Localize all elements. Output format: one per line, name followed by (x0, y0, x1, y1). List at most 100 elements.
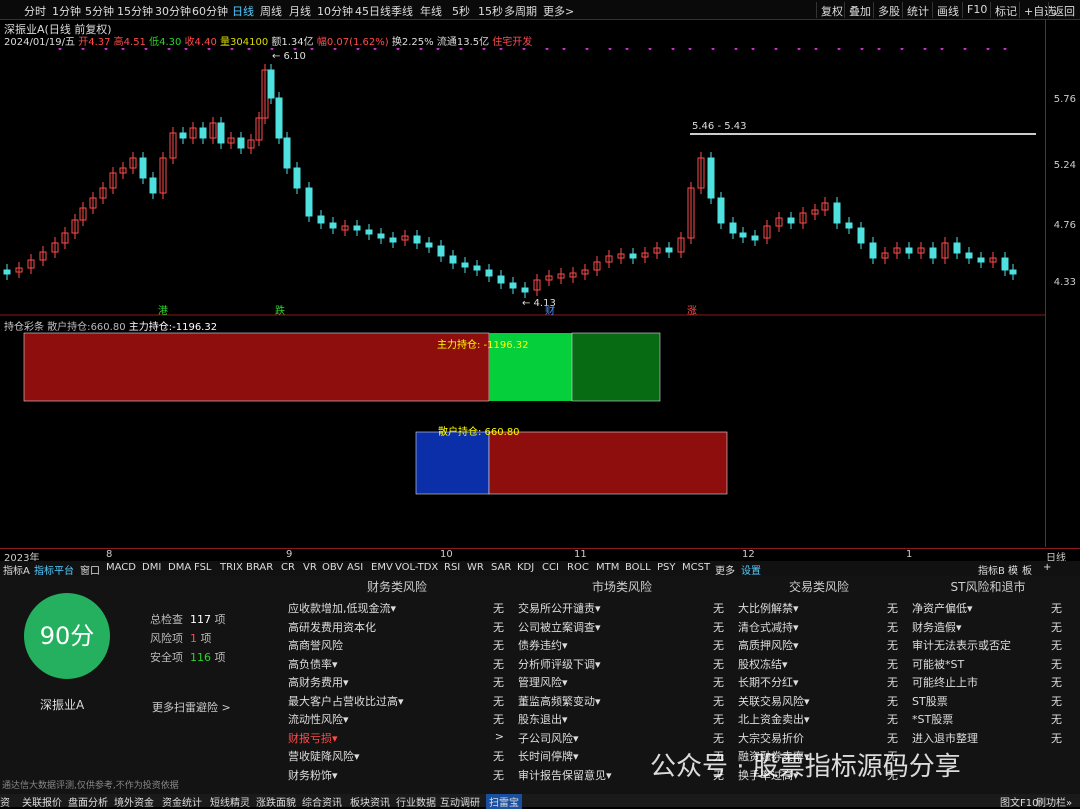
toolbar-btn-4[interactable]: 画线 (932, 2, 963, 18)
period-5[interactable]: 60分钟 (192, 3, 228, 19)
period-6[interactable]: 日线 (232, 3, 254, 19)
indicator-tab[interactable]: PSY (657, 562, 676, 573)
more-scan-link[interactable]: 更多扫雷避险 > (152, 699, 231, 715)
period-16[interactable]: 更多> (543, 3, 574, 19)
risk-column-title: 市场类风险 (591, 580, 652, 594)
main-bar-red (23, 332, 490, 402)
risk-row[interactable]: 进入退市整理无 (912, 730, 1062, 748)
risk-row[interactable]: 高财务费用▾ 无 (288, 674, 504, 692)
indicator-tab[interactable]: 窗口 (80, 562, 100, 577)
indicator-tab[interactable]: CR (281, 562, 295, 573)
risk-row[interactable]: 董监高频繁变动▾ 无 (518, 693, 724, 711)
risk-row[interactable]: 子公司风险▾ 无 (518, 730, 724, 748)
period-2[interactable]: 5分钟 (85, 3, 114, 19)
indicator-tab[interactable]: SAR (491, 562, 511, 573)
indicator-tab[interactable]: VR (303, 562, 317, 573)
toolbar-btn-0[interactable]: 复权 (816, 2, 847, 18)
period-13[interactable]: 5秒 (452, 3, 470, 19)
period-8[interactable]: 月线 (289, 3, 311, 19)
toolbar-btn-1[interactable]: 叠加 (844, 2, 875, 18)
period-1[interactable]: 1分钟 (52, 3, 81, 19)
indicator-tab[interactable]: VOL-TDX (395, 562, 438, 573)
period-11[interactable]: 季线 (391, 3, 413, 19)
indicator-tab[interactable]: TRIX (220, 562, 243, 573)
candle (497, 275, 505, 284)
indicator-tab[interactable]: DMI (142, 562, 161, 573)
toolbar-btn-2[interactable]: 多股 (873, 2, 904, 18)
indicator-tab[interactable]: BRAR (246, 562, 273, 573)
indicator-tab[interactable]: EMV (371, 562, 393, 573)
period-7[interactable]: 周线 (260, 3, 282, 19)
period-15[interactable]: 多周期 (504, 3, 537, 19)
risk-row[interactable]: 大宗交易折价无 (738, 730, 898, 748)
indicator-tab[interactable]: FSL (194, 562, 212, 573)
indicator-tab[interactable]: MCST (682, 562, 710, 573)
indicator-tab[interactable]: KDJ (517, 562, 534, 573)
risk-row[interactable]: 财报亏损▾ > (288, 730, 504, 748)
risk-row[interactable]: 可能终止上市无 (912, 674, 1062, 692)
indicator-tab[interactable]: ASI (347, 562, 363, 573)
risk-row[interactable]: 关联交易风险▾ 无 (738, 693, 898, 711)
toolbar-btn-3[interactable]: 统计 (902, 2, 933, 18)
risk-row[interactable]: 财务造假▾ 无 (912, 619, 1062, 637)
indicator-tab[interactable]: DMA (168, 562, 191, 573)
risk-row[interactable]: 净资产偏低▾ 无 (912, 600, 1062, 618)
risk-row[interactable]: 应收款增加,低现金流▾ 无 (288, 600, 504, 618)
risk-row[interactable]: 债券违约▾ 无 (518, 637, 724, 655)
risk-row[interactable]: 股东退出▾ 无 (518, 711, 724, 729)
risk-row[interactable]: 高负债率▾ 无 (288, 656, 504, 674)
risk-row[interactable]: 最大客户占营收比过高▾ 无 (288, 693, 504, 711)
event-marker: 财 (545, 304, 555, 316)
indicator-tab[interactable]: MTM (596, 562, 619, 573)
period-3[interactable]: 15分钟 (117, 3, 153, 19)
candle (905, 247, 913, 254)
toolbar-btn-5[interactable]: F10 (962, 2, 991, 18)
toolbar-btn-6[interactable]: 标记 (990, 2, 1021, 18)
indicator-tab[interactable]: CCI (542, 562, 559, 573)
indicator-tab-right[interactable]: 指标B (978, 562, 1005, 577)
watermark: 公众号 · 股票指标源码分享 (650, 752, 961, 782)
period-10[interactable]: 45日线 (355, 3, 391, 19)
risk-row[interactable]: 分析师评级下调▾ 无 (518, 656, 724, 674)
indicator-tab[interactable]: MACD (106, 562, 136, 573)
risk-row[interactable]: 交易所公开谴责▾ 无 (518, 600, 724, 618)
indicator-tab-right[interactable]: 板 (1022, 562, 1032, 577)
risk-row[interactable]: 高研发费用资本化无 (288, 619, 504, 637)
risk-row[interactable]: 清仓式减持▾ 无 (738, 619, 898, 637)
period-12[interactable]: 年线 (420, 3, 442, 19)
indicator-tab[interactable]: 更多 (715, 562, 735, 577)
risk-row[interactable]: 管理风险▾ 无 (518, 674, 724, 692)
toolbar-btn-8[interactable]: 返回 (1048, 2, 1079, 18)
candlestick-chart[interactable]: 5.46 - 5.43← 6.10← 4.13港跌财涨 (0, 48, 1080, 316)
period-0[interactable]: 分时 (24, 3, 46, 19)
period-14[interactable]: 15秒 (478, 3, 503, 19)
indicator-tab[interactable]: RSI (444, 562, 460, 573)
indicator-tab-right[interactable]: 模 (1008, 562, 1018, 577)
indicator-tab[interactable]: 设置 (741, 562, 761, 577)
period-9[interactable]: 10分钟 (317, 3, 353, 19)
indicator-tab[interactable]: BOLL (625, 562, 651, 573)
indicator-tab[interactable]: 指标平台 (34, 562, 74, 577)
risk-row[interactable]: 股权冻结▾ 无 (738, 656, 898, 674)
risk-row[interactable]: 可能被*ST 无 (912, 656, 1062, 674)
indicator-tab[interactable]: ROC (567, 562, 589, 573)
risk-row[interactable]: 高商誉风险无 (288, 637, 504, 655)
risk-row[interactable]: ST股票无 (912, 693, 1062, 711)
risk-row[interactable]: 公司被立案调查▾ 无 (518, 619, 724, 637)
indicator-tab-right[interactable]: + (1043, 562, 1051, 573)
risk-row[interactable]: 营收陡降风险▾ 无 (288, 748, 504, 766)
risk-row[interactable]: 大比例解禁▾ 无 (738, 600, 898, 618)
indicator-tab[interactable]: OBV (322, 562, 343, 573)
indicator-tab[interactable]: WR (467, 562, 484, 573)
risk-row[interactable]: *ST股票无 (912, 711, 1062, 729)
risk-column-title: 交易类风险 (788, 580, 849, 594)
risk-row[interactable]: 长期不分红▾ 无 (738, 674, 898, 692)
indicator-tab[interactable]: 指标A (3, 562, 30, 577)
risk-row[interactable]: 高质押风险▾ 无 (738, 637, 898, 655)
risk-row[interactable]: 流动性风险▾ 无 (288, 711, 504, 729)
period-toolbar: 分时 1分钟 5分钟 15分钟 30分钟 60分钟 日线 周线 月线 10分钟 45日线 季线 年线 5秒… (0, 0, 1080, 20)
period-4[interactable]: 30分钟 (155, 3, 191, 19)
risk-row[interactable]: 财务粉饰▾ 无 (288, 767, 504, 785)
risk-row[interactable]: 北上资金卖出▾ 无 (738, 711, 898, 729)
risk-row[interactable]: 审计无法表示或否定无 (912, 637, 1062, 655)
